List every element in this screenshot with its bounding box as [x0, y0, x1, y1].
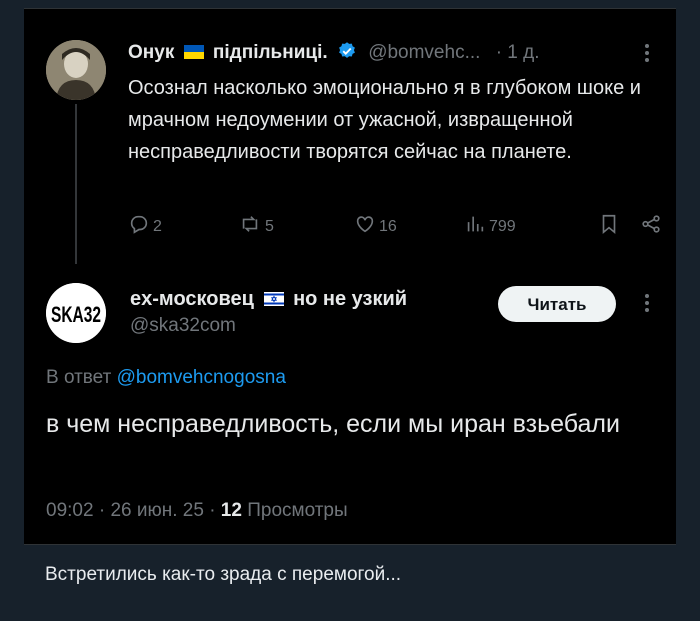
parent-author-name-suffix[interactable]: підпільниці.	[213, 42, 328, 63]
reply-avatar[interactable]: SKA32	[46, 283, 106, 343]
reply-handle[interactable]: @ska32com	[130, 313, 236, 339]
like-button[interactable]: 16	[354, 212, 397, 242]
meta-separator: ·	[209, 500, 216, 521]
reply-author-name-text[interactable]: ex-московец	[130, 288, 254, 310]
tweet-time[interactable]: 09:02	[46, 500, 94, 521]
parent-tweet-text: Осознал насколько эмоционально я в глубо…	[128, 77, 641, 163]
divider	[24, 8, 676, 9]
more-icon[interactable]	[644, 42, 650, 64]
reply-prefix: В ответ	[46, 367, 112, 388]
views-button[interactable]: 799	[464, 212, 516, 242]
share-icon	[642, 215, 660, 233]
views-count: 799	[489, 218, 516, 235]
more-icon[interactable]	[644, 292, 650, 314]
like-count: 16	[379, 218, 397, 235]
ska32-logo-icon: SKA32	[46, 283, 106, 343]
header-separator: ·	[495, 42, 503, 63]
follow-button[interactable]: Читать	[498, 286, 616, 322]
bookmark-icon	[602, 214, 616, 235]
share-button[interactable]	[640, 212, 665, 242]
post-caption: Встретились как-то зрада с перемогой...	[45, 564, 402, 585]
bookmark-button[interactable]	[598, 212, 623, 242]
reply-count: 2	[153, 218, 162, 235]
israel-flag-icon	[263, 292, 284, 306]
action-bar: 2 5 16 799	[128, 212, 664, 242]
repost-button[interactable]: 5	[238, 212, 274, 242]
top-bar	[24, 0, 676, 8]
repost-icon	[242, 216, 258, 232]
reply-icon	[130, 215, 148, 234]
reply-button[interactable]: 2	[128, 212, 162, 242]
parent-author-name[interactable]: Онук	[128, 42, 174, 63]
parent-handle[interactable]: @bomvehc...	[368, 42, 480, 63]
tweet-meta: 09:02 · 26 июн. 25 · 12 Просмотры	[46, 497, 348, 525]
parent-time[interactable]: 1 д.	[507, 42, 539, 63]
reply-to-link[interactable]: @bomvehcnogosna	[117, 367, 286, 388]
like-icon	[356, 216, 374, 233]
views-icon	[467, 216, 484, 232]
tweet-views-label: Просмотры	[247, 500, 348, 521]
reply-context: В ответ @bomvehcnogosna	[46, 364, 286, 392]
parent-header: Онук підпільниці. @bomvehc... · 1 д.	[128, 38, 658, 68]
reply-author-name[interactable]: ex-московец но не узкий	[130, 285, 407, 313]
ukraine-flag-icon	[183, 45, 204, 59]
repost-count: 5	[265, 218, 274, 235]
tweet-views-count: 12	[220, 500, 242, 521]
tweet-card: Онук підпільниці. @bomvehc... · 1 д. Осо…	[24, 0, 676, 545]
parent-avatar[interactable]	[46, 40, 106, 100]
reply-tweet-text: в чем несправедливость, если мы иран взь…	[46, 410, 620, 438]
tweet-date[interactable]: 26 июн. 25	[110, 500, 203, 521]
meta-separator: ·	[98, 500, 106, 521]
avatar-text: SKA32	[51, 302, 101, 327]
verified-icon	[338, 42, 355, 58]
avatar-photo-icon	[46, 40, 106, 100]
thread-line	[75, 104, 77, 264]
reply-author-name-suffix[interactable]: но не узкий	[293, 288, 407, 310]
